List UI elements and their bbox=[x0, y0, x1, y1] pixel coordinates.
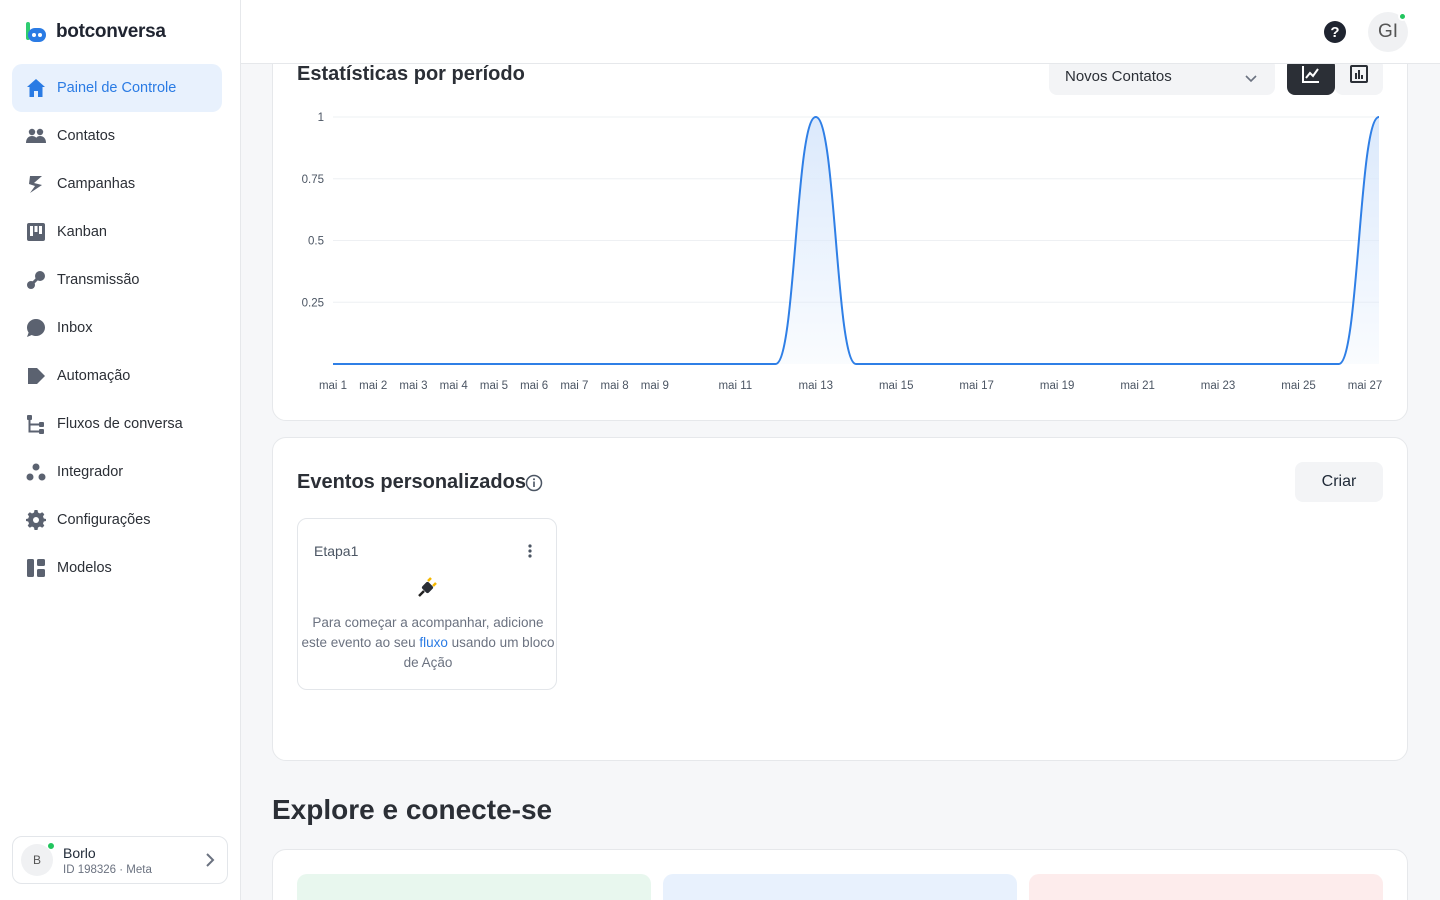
x-tick-label: mai 7 bbox=[560, 380, 588, 392]
account-initial: B bbox=[32, 853, 41, 867]
botconversa-logo-icon bbox=[24, 20, 48, 44]
help-icon[interactable]: ? bbox=[1324, 21, 1346, 43]
sidebar-nav: Painel de Controle Contatos Campanhas Ka… bbox=[12, 64, 222, 592]
sidebar-item-transmissao[interactable]: Transmissão bbox=[12, 256, 222, 304]
explore-tile-red[interactable] bbox=[1029, 874, 1383, 900]
x-tick-label: mai 23 bbox=[1201, 380, 1236, 392]
home-icon bbox=[26, 78, 46, 98]
integrator-icon bbox=[26, 462, 46, 482]
broadcast-icon bbox=[26, 270, 46, 290]
events-card: Eventos personalizados Criar Etapa1 Para… bbox=[272, 437, 1408, 761]
x-tick-label: mai 21 bbox=[1120, 380, 1155, 392]
sidebar-item-label: Integrador bbox=[57, 464, 124, 480]
account-switcher[interactable]: B Borlo ID 198326 · Meta bbox=[12, 836, 228, 884]
sidebar-item-modelos[interactable]: Modelos bbox=[12, 544, 222, 592]
x-tick-label: mai 25 bbox=[1281, 380, 1316, 392]
x-tick-label: mai 27 bbox=[1348, 380, 1383, 392]
more-vertical-icon[interactable] bbox=[528, 544, 532, 563]
sidebar-item-contatos[interactable]: Contatos bbox=[12, 112, 222, 160]
flow-icon bbox=[26, 414, 46, 434]
x-tick-label: mai 4 bbox=[440, 380, 469, 392]
sidebar-item-inbox[interactable]: Inbox bbox=[12, 304, 222, 352]
event-name: Etapa1 bbox=[314, 543, 359, 559]
x-tick-label: mai 5 bbox=[480, 380, 508, 392]
chat-bubble-icon bbox=[26, 318, 46, 338]
x-tick-label: mai 8 bbox=[601, 380, 629, 392]
sidebar-item-label: Kanban bbox=[57, 224, 107, 240]
sidebar-item-label: Configurações bbox=[57, 512, 151, 528]
y-tick-label: 0.25 bbox=[302, 297, 324, 309]
sidebar-item-fluxos-de-conversa[interactable]: Fluxos de conversa bbox=[12, 400, 222, 448]
sidebar-item-label: Fluxos de conversa bbox=[57, 416, 183, 432]
sidebar-item-integrador[interactable]: Integrador bbox=[12, 448, 222, 496]
x-tick-label: mai 11 bbox=[718, 380, 752, 392]
brand-name: botconversa bbox=[56, 21, 166, 42]
online-status-dot bbox=[1398, 12, 1407, 21]
explore-title: Explore e conecte-se bbox=[272, 794, 553, 825]
brand[interactable]: botconversa bbox=[24, 20, 166, 44]
user-initials: GI bbox=[1377, 21, 1399, 42]
sidebar-item-painel-de-controle[interactable]: Painel de Controle bbox=[12, 64, 222, 112]
info-icon[interactable] bbox=[525, 474, 543, 497]
campaigns-icon bbox=[26, 174, 46, 194]
y-tick-label: 0.5 bbox=[308, 236, 324, 248]
sidebar-item-kanban[interactable]: Kanban bbox=[12, 208, 222, 256]
automation-icon bbox=[26, 366, 46, 386]
templates-icon bbox=[26, 558, 46, 578]
contacts-icon bbox=[26, 126, 46, 146]
kanban-icon bbox=[26, 222, 46, 242]
create-event-button[interactable]: Criar bbox=[1295, 462, 1383, 502]
account-avatar: B bbox=[21, 842, 55, 876]
stats-line-chart: 1 0.75 0.5 0.25 mai 1 mai 2 mai 3 mai 4 mai 5 mai… bbox=[302, 112, 1383, 392]
sidebar-item-label: Campanhas bbox=[57, 176, 136, 192]
sidebar: botconversa Painel de Controle Contatos … bbox=[0, 0, 241, 900]
sidebar-item-label: Automação bbox=[57, 368, 131, 384]
x-tick-label: mai 15 bbox=[879, 380, 914, 392]
x-tick-label: mai 3 bbox=[399, 380, 427, 392]
sidebar-item-label: Modelos bbox=[57, 560, 112, 576]
sidebar-item-label: Contatos bbox=[57, 128, 116, 144]
event-tile[interactable]: Etapa1 Para começar a acompanhar, adicio… bbox=[297, 518, 557, 690]
x-tick-label: mai 2 bbox=[359, 380, 387, 392]
sidebar-item-label: Painel de Controle bbox=[57, 80, 177, 96]
y-tick-label: 1 bbox=[318, 112, 324, 124]
x-tick-label: mai 1 bbox=[319, 380, 347, 392]
explore-card bbox=[272, 849, 1408, 900]
x-tick-label: mai 17 bbox=[959, 380, 994, 392]
sidebar-item-label: Transmissão bbox=[57, 272, 140, 288]
flow-link[interactable]: fluxo bbox=[419, 635, 448, 650]
x-tick-label: mai 9 bbox=[641, 380, 669, 392]
sidebar-item-campanhas[interactable]: Campanhas bbox=[12, 160, 222, 208]
sidebar-item-label: Inbox bbox=[57, 320, 93, 336]
plug-icon bbox=[416, 575, 440, 604]
y-tick-label: 0.75 bbox=[302, 174, 324, 186]
explore-tile-green[interactable] bbox=[297, 874, 651, 900]
stats-card: Estatísticas por período Novos Contatos … bbox=[272, 30, 1408, 421]
x-tick-label: mai 6 bbox=[520, 380, 548, 392]
sidebar-item-configuracoes[interactable]: Configurações bbox=[12, 496, 222, 544]
account-name: Borlo bbox=[63, 844, 96, 861]
gear-icon bbox=[26, 510, 46, 530]
x-tick-label: mai 13 bbox=[799, 380, 834, 392]
event-description: Para começar a acompanhar, adicione este… bbox=[298, 613, 558, 673]
top-header: ? GI bbox=[241, 0, 1440, 64]
chevron-right-icon bbox=[205, 853, 215, 872]
sidebar-item-automacao[interactable]: Automação bbox=[12, 352, 222, 400]
events-title: Eventos personalizados bbox=[297, 471, 526, 493]
explore-tile-blue[interactable] bbox=[663, 874, 1017, 900]
account-id: ID 198326 · Meta bbox=[63, 863, 152, 876]
user-avatar[interactable]: GI bbox=[1368, 12, 1408, 52]
online-status-dot bbox=[47, 842, 55, 850]
x-tick-label: mai 19 bbox=[1040, 380, 1075, 392]
